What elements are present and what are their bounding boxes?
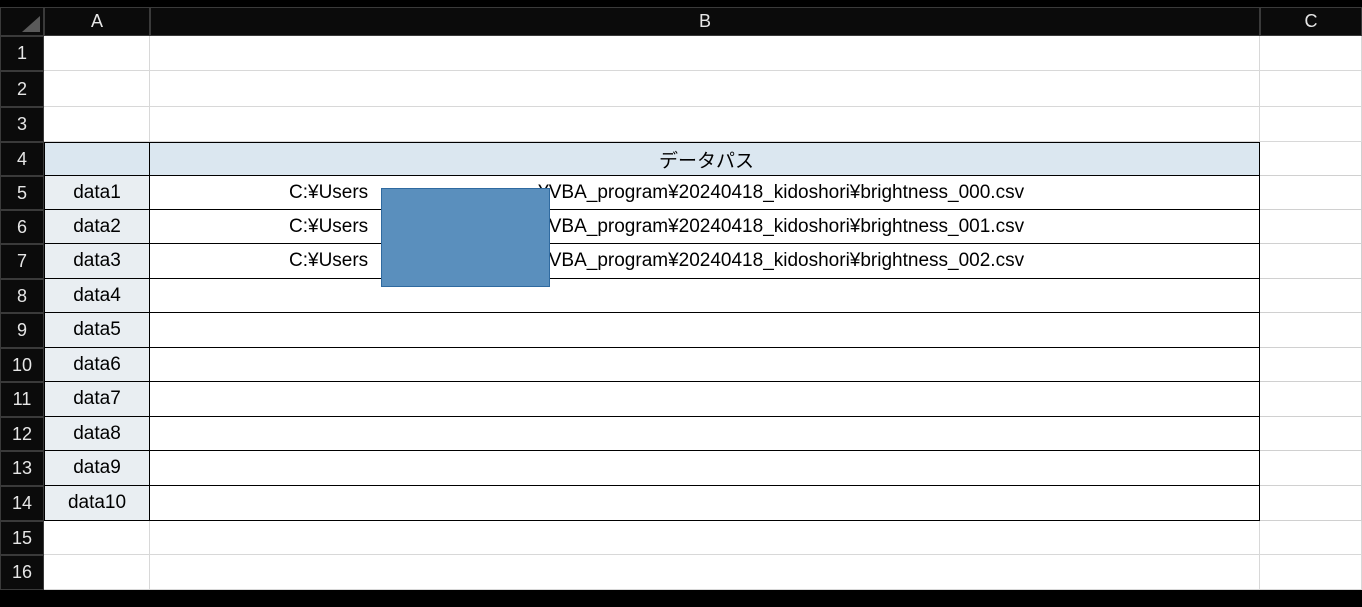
path-prefix: C:¥Users	[154, 250, 368, 272]
cell-C11[interactable]	[1260, 382, 1362, 417]
cell-A16[interactable]	[44, 555, 150, 590]
path-prefix: C:¥Users	[154, 216, 368, 238]
cell-B16[interactable]	[150, 555, 1260, 590]
cell-B3[interactable]	[150, 107, 1260, 142]
row-header-10[interactable]: 10	[0, 348, 44, 382]
cell-B15[interactable]	[150, 521, 1260, 555]
cell-B2[interactable]	[150, 71, 1260, 107]
row-header-4[interactable]: 4	[0, 142, 44, 176]
cell-C13[interactable]	[1260, 451, 1362, 486]
column-header-C[interactable]: C	[1260, 7, 1362, 36]
cell-A6[interactable]: data2	[44, 210, 150, 244]
cell-B13[interactable]	[150, 451, 1260, 486]
row-header-9[interactable]: 9	[0, 313, 44, 348]
cell-B14[interactable]	[150, 486, 1260, 521]
cell-B12[interactable]	[150, 417, 1260, 451]
row-header-5[interactable]: 5	[0, 176, 44, 210]
column-header-B[interactable]: B	[150, 7, 1260, 36]
cell-A7[interactable]: data3	[44, 244, 150, 279]
cell-A1[interactable]	[44, 36, 150, 71]
cell-B1[interactable]	[150, 36, 1260, 71]
row-header-15[interactable]: 15	[0, 521, 44, 555]
row-header-8[interactable]: 8	[0, 279, 44, 313]
cell-A4[interactable]	[44, 142, 150, 176]
path-suffix: ¥VBA_program¥20240418_kidoshori¥brightne…	[538, 216, 1024, 238]
cell-C10[interactable]	[1260, 348, 1362, 382]
column-header-A[interactable]: A	[44, 7, 150, 36]
row-header-7[interactable]: 7	[0, 244, 44, 279]
cell-C8[interactable]	[1260, 279, 1362, 313]
row-header-13[interactable]: 13	[0, 451, 44, 486]
path-suffix: ¥VBA_program¥20240418_kidoshori¥brightne…	[538, 182, 1024, 204]
cell-C16[interactable]	[1260, 555, 1362, 590]
cell-A8[interactable]: data4	[44, 279, 150, 313]
cells-grid: データパスdata1C:¥Users¥VBA_program¥20240418_…	[44, 36, 1362, 590]
cell-B6[interactable]: C:¥Users ¥VBA_program¥20240418_kidoshori¥…	[150, 210, 1260, 244]
cell-B8[interactable]	[150, 279, 1260, 313]
cell-B5[interactable]: C:¥Users ¥VBA_program¥20240418_kidoshori¥…	[150, 176, 1260, 210]
cell-C14[interactable]	[1260, 486, 1362, 521]
cell-A11[interactable]: data7	[44, 382, 150, 417]
cell-C15[interactable]	[1260, 521, 1362, 555]
cell-C12[interactable]	[1260, 417, 1362, 451]
cell-C5[interactable]	[1260, 176, 1362, 210]
cell-A5[interactable]: data1	[44, 176, 150, 210]
row-header-16[interactable]: 16	[0, 555, 44, 590]
cell-C4[interactable]	[1260, 142, 1362, 176]
cell-C9[interactable]	[1260, 313, 1362, 348]
row-header-6[interactable]: 6	[0, 210, 44, 244]
cell-C7[interactable]	[1260, 244, 1362, 279]
path-suffix: ¥VBA_program¥20240418_kidoshori¥brightne…	[538, 250, 1024, 272]
cell-A15[interactable]	[44, 521, 150, 555]
cell-C1[interactable]	[1260, 36, 1362, 71]
cell-B7[interactable]: C:¥Users ¥VBA_program¥20240418_kidoshori¥…	[150, 244, 1260, 279]
cell-A10[interactable]: data6	[44, 348, 150, 382]
cell-B10[interactable]	[150, 348, 1260, 382]
row-header-14[interactable]: 14	[0, 486, 44, 521]
select-all-corner[interactable]	[0, 7, 44, 36]
row-headers: 12345678910111213141516	[0, 36, 44, 590]
row-header-3[interactable]: 3	[0, 107, 44, 142]
cell-A14[interactable]: data10	[44, 486, 150, 521]
cell-A13[interactable]: data9	[44, 451, 150, 486]
cell-A3[interactable]	[44, 107, 150, 142]
path-prefix: C:¥Users	[154, 182, 368, 204]
cell-B9[interactable]	[150, 313, 1260, 348]
cell-C6[interactable]	[1260, 210, 1362, 244]
row-header-11[interactable]: 11	[0, 382, 44, 417]
cell-A2[interactable]	[44, 71, 150, 107]
row-header-12[interactable]: 12	[0, 417, 44, 451]
cell-A9[interactable]: data5	[44, 313, 150, 348]
cell-A12[interactable]: data8	[44, 417, 150, 451]
spreadsheet-view: A B C 12345678910111213141516 データパスdata1…	[0, 0, 1362, 607]
cell-B4[interactable]: データパス	[150, 142, 1260, 176]
row-header-1[interactable]: 1	[0, 36, 44, 71]
redaction-overlay	[381, 188, 550, 287]
cell-C2[interactable]	[1260, 71, 1362, 107]
cell-B11[interactable]	[150, 382, 1260, 417]
cell-C3[interactable]	[1260, 107, 1362, 142]
row-header-2[interactable]: 2	[0, 71, 44, 107]
column-headers: A B C	[0, 7, 1362, 36]
